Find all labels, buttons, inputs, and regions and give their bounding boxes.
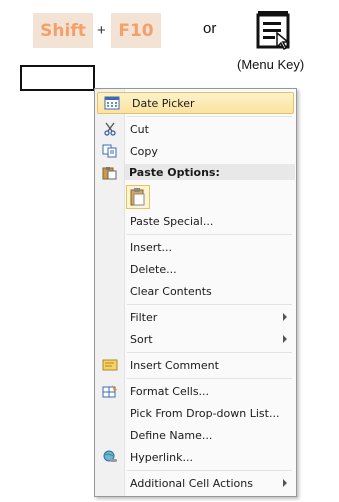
menu-item-copy[interactable]: Copy: [96, 141, 295, 161]
menu-separator: [127, 234, 292, 235]
submenu-arrow-icon: [283, 479, 287, 487]
menu-item-label: Format Cells...: [130, 384, 210, 398]
menu-item-label: Insert Comment: [130, 358, 219, 372]
menu-item-label: Paste Special...: [130, 214, 214, 228]
menu-item-insert-comment[interactable]: Insert Comment: [96, 355, 295, 375]
menu-item-paste-special[interactable]: Paste Special...: [96, 211, 295, 231]
menu-item-label: Cut: [130, 122, 149, 136]
menu-item-label: Date Picker: [132, 96, 195, 110]
menu-item-define-name[interactable]: Define Name...: [96, 425, 295, 445]
context-menu: Date Picker Cut Copy Paste Options: Past…: [94, 88, 297, 497]
menu-item-sort[interactable]: Sort: [96, 329, 295, 349]
menu-item-label: Hyperlink...: [130, 450, 193, 464]
scissors-icon: [104, 122, 116, 136]
menu-item-filter[interactable]: Filter: [96, 307, 295, 327]
menu-item-label: Delete...: [130, 262, 177, 276]
menu-item-date-picker[interactable]: Date Picker: [97, 92, 294, 114]
menu-item-pick-from-dropdown[interactable]: Pick From Drop-down List...: [96, 403, 295, 423]
calendar-icon: [104, 96, 120, 110]
shift-key: Shift: [33, 13, 93, 48]
menu-separator: [127, 304, 292, 305]
submenu-arrow-icon: [283, 335, 287, 343]
menu-header-label: Paste Options:: [129, 165, 220, 179]
paste-option-button[interactable]: [126, 185, 150, 209]
menu-item-delete[interactable]: Delete...: [96, 259, 295, 279]
or-text: or: [203, 20, 217, 37]
menu-separator: [127, 352, 292, 353]
menu-item-label: Filter: [130, 310, 158, 324]
plus-sign: +: [97, 22, 106, 39]
menu-item-label: Additional Cell Actions: [130, 476, 253, 490]
menu-separator: [127, 470, 292, 471]
clipboard-icon: [102, 167, 117, 180]
menu-item-label: Pick From Drop-down List...: [130, 406, 280, 420]
format-cells-icon: [102, 385, 117, 398]
menu-item-clear-contents[interactable]: Clear Contents: [96, 281, 295, 301]
menu-separator: [127, 116, 292, 117]
menu-item-format-cells[interactable]: Format Cells...: [96, 381, 295, 401]
menu-item-cut[interactable]: Cut: [96, 119, 295, 139]
menu-item-insert[interactable]: Insert...: [96, 237, 295, 257]
submenu-arrow-icon: [283, 313, 287, 321]
menu-separator: [127, 378, 292, 379]
menu-item-label: Define Name...: [130, 428, 213, 442]
menu-item-hyperlink[interactable]: Hyperlink...: [96, 447, 295, 467]
paste-options-header: Paste Options:: [125, 164, 295, 180]
copy-icon: [102, 144, 117, 158]
f10-key: F10: [111, 13, 161, 48]
menu-item-label: Insert...: [130, 240, 173, 254]
selected-cell[interactable]: [20, 65, 95, 91]
menu-item-label: Clear Contents: [130, 284, 212, 298]
menu-item-additional-cell-actions[interactable]: Additional Cell Actions: [96, 473, 295, 493]
menu-item-label: Copy: [130, 144, 158, 158]
comment-icon: [102, 359, 118, 371]
menu-key-icon: [256, 11, 291, 51]
menu-item-label: Sort: [130, 332, 153, 346]
paste-icon: [130, 188, 145, 206]
hyperlink-globe-icon: [103, 450, 117, 462]
menu-key-label: (Menu Key): [237, 57, 305, 72]
